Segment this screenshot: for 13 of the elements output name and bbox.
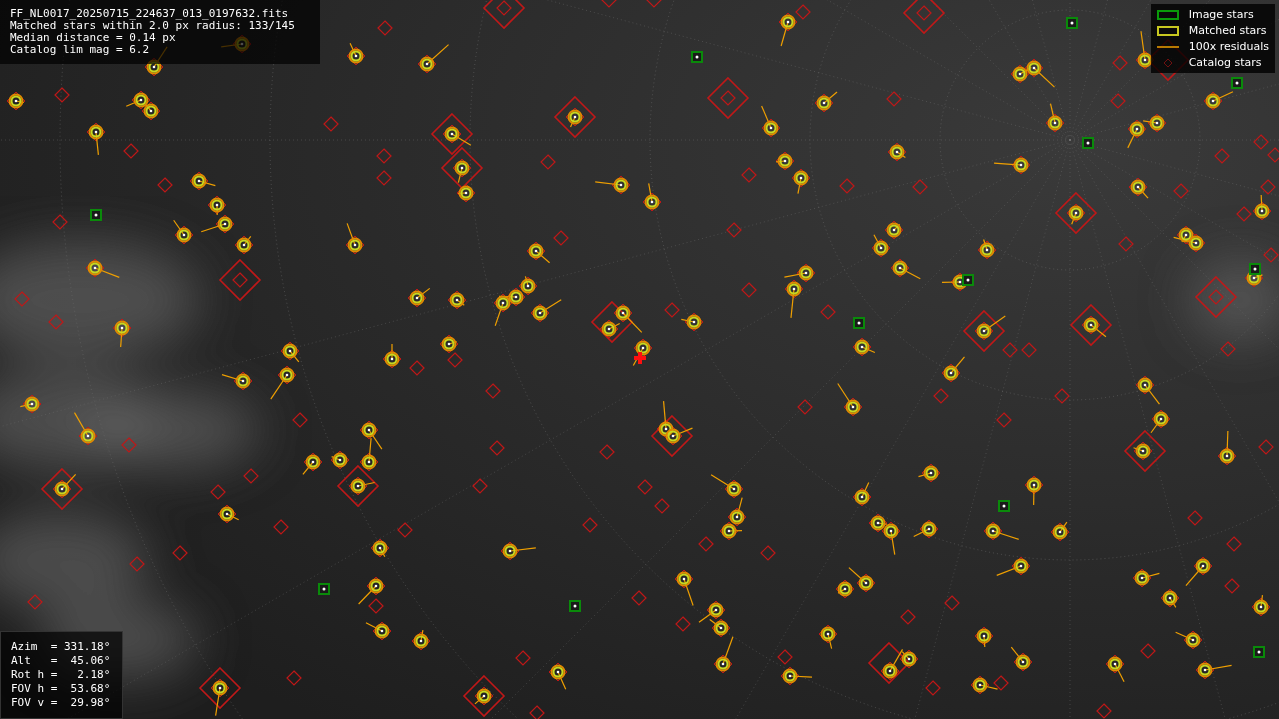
pointing-text: Rot h = 2.18°: [11, 668, 112, 682]
pointing-text: FOV h = 53.68°: [11, 682, 112, 696]
legend-label: Image stars: [1188, 7, 1254, 22]
info-text: FF_NL0017_20250715_224637_013_0197632.fits: [10, 8, 290, 20]
pointing-text: FOV v = 29.98°: [11, 696, 112, 710]
legend-label: 100x residuals: [1188, 39, 1269, 54]
info-text: Matched stars within 2.0 px radius: 133/145: [10, 20, 296, 32]
legend-label: Matched stars: [1188, 23, 1267, 38]
legend-label: Catalog stars: [1188, 55, 1262, 70]
pointing-text: Alt = 45.06°: [11, 654, 112, 668]
pointing-text: Azim = 331.18°: [11, 640, 112, 654]
info-text: Median distance = 0.14 px: [10, 32, 177, 44]
info-text: Catalog lim mag = 6.2: [10, 44, 151, 56]
